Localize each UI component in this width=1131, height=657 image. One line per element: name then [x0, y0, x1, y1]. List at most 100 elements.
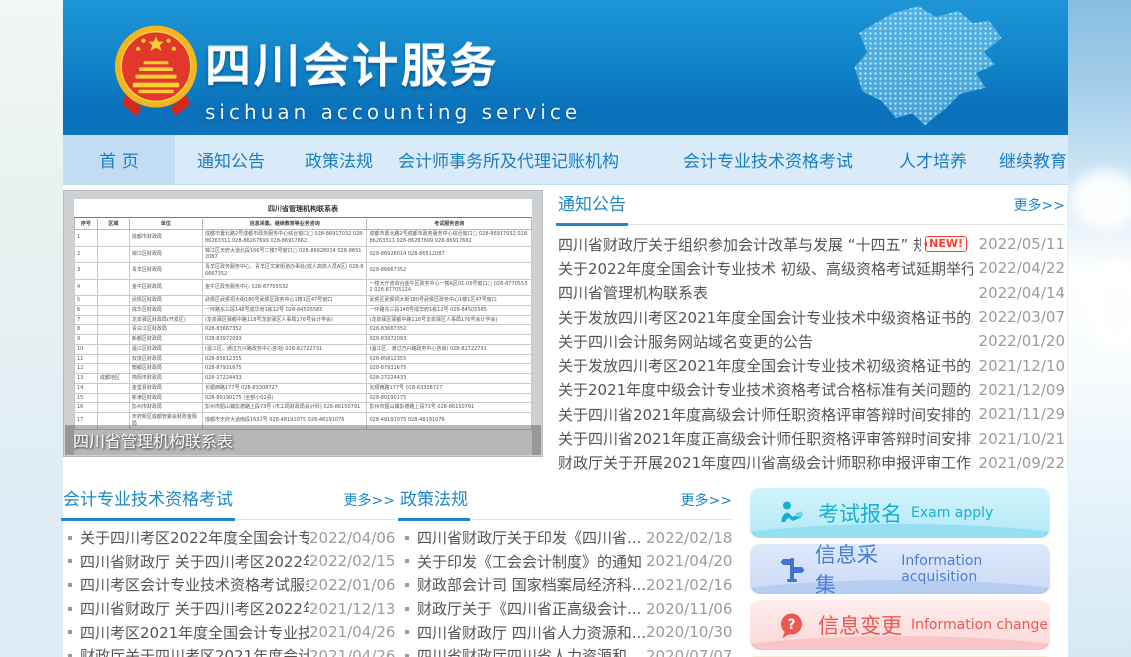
notice-item-link[interactable]: 关于2021年度中级会计专业技术资格考试合格标准有关问题的...: [558, 379, 973, 400]
carousel-dot[interactable]: [518, 201, 528, 211]
notice-item-link[interactable]: 关于四川会计服务网站域名变更的公告: [558, 331, 973, 352]
exam-item-link[interactable]: 四川考区2021年度全国会计专业技术...: [80, 622, 309, 643]
policy-item-date: 2022/02/18: [646, 529, 732, 547]
exam-apply-button[interactable]: 考试报名 Exam apply: [750, 488, 1050, 538]
contact-table-image: 四川省管理机构联系表 序号 区域 单位 信息采集、继续教育等业务咨询 考试服务咨…: [73, 198, 533, 456]
carousel-caption-bar: 四川省管理机构联系表: [65, 425, 541, 455]
quick-link-zh-label: 信息变更: [818, 610, 902, 640]
square-bullet-icon: [68, 630, 72, 634]
policy-list-item: 财政部会计司 国家档案局经济科... 2021/02/16: [400, 573, 732, 597]
contact-table-row: 4金牛区财政局金牛区政务服务中心 028-87705532一楼大厅咨询台金牛区政…: [75, 279, 532, 296]
policy-more-link[interactable]: 更多>>: [681, 490, 732, 510]
site-header: 四川会计服务 sichuan accounting service: [63, 0, 1068, 135]
quick-link-en-label: Information change: [911, 617, 1048, 633]
policy-item-link[interactable]: 财政部会计司 国家档案局经济科...: [417, 574, 646, 595]
contact-table-row: 15新津区财政局028-80190175 (全部小02县)028-8019017…: [75, 393, 532, 403]
contact-table-title: 四川省管理机构联系表: [74, 199, 532, 217]
notice-more-link[interactable]: 更多>>: [1014, 195, 1065, 215]
notice-list-item: 四川省财政厅关于组织参加会计改革与发展 “十四五” 规划网... NEW! 20…: [558, 232, 1065, 256]
signpost-icon: [778, 556, 815, 583]
policy-panel-header: 政策法规 更多>>: [400, 485, 732, 520]
notice-item-link[interactable]: 四川省管理机构联系表: [558, 282, 973, 303]
exam-item-link[interactable]: 四川考区会计专业技术资格考试服务事...: [80, 574, 309, 595]
notice-list-item: 四川省管理机构联系表 2022/04/14: [558, 281, 1065, 305]
notice-item-date: 2021/12/10: [973, 357, 1065, 375]
contact-table-row: 12郫都区财政局028-87931675028-87931675: [75, 364, 532, 374]
policy-item-link[interactable]: 四川省财政厅关于印发《四川省...: [417, 527, 646, 548]
notice-item-link[interactable]: 四川省财政厅关于组织参加会计改革与发展 “十四五” 规划网...: [558, 234, 921, 255]
sichuan-map-decoration: [848, 6, 1008, 128]
policy-item-date: 2021/02/16: [646, 576, 732, 594]
quick-link-zh-label: 信息采集: [815, 544, 892, 594]
notice-item-date: 2022/01/20: [973, 332, 1065, 350]
notice-list-item: 财政厅关于开展2021年度四川省高级会计师职称申报评审工作... 2021/09…: [558, 451, 1065, 475]
quick-link-zh-label: 考试报名: [818, 498, 902, 528]
policy-item-link[interactable]: 四川省财政厅四川省人力资源和...: [417, 645, 646, 657]
notice-item-date: 2021/11/29: [973, 405, 1065, 423]
contact-table: 序号 区域 单位 信息采集、继续教育等业务咨询 考试服务咨询 1成都市财政局成都…: [74, 217, 532, 430]
notice-item-date: 2022/03/07: [973, 308, 1065, 326]
reader-person-icon: [778, 500, 818, 526]
exam-item-link[interactable]: 四川省财政厅 关于四川考区2022年度...: [80, 598, 309, 619]
notice-item-link[interactable]: 财政厅关于开展2021年度四川省高级会计师职称申报评审工作...: [558, 452, 973, 473]
notice-list-item: 关于2022年度全国会计专业技术 初级、高级资格考试延期举行... 2022/0…: [558, 256, 1065, 280]
contact-table-header: 考试服务咨询: [367, 218, 532, 230]
notice-item-link[interactable]: 关于发放四川考区2021年度全国会计专业技术中级资格证书的...: [558, 307, 973, 328]
notice-item-link[interactable]: 关于四川省2021年度正高级会计师任职资格评审答辩时间安排...: [558, 428, 973, 449]
exam-item-link[interactable]: 关于四川考区2022年度全国会计专业...: [80, 527, 309, 548]
information-change-button[interactable]: ? 信息变更 Information change: [750, 600, 1050, 650]
exam-item-date: 2021/04/26: [309, 623, 395, 641]
carousel-caption: 四川省管理机构联系表: [65, 428, 233, 452]
nav-item-continuing-education[interactable]: 继续教育: [999, 135, 1067, 184]
policy-item-link[interactable]: 财政厅关于《四川省正高级会计...: [417, 598, 646, 619]
quick-link-en-label: Information acquisition: [901, 553, 1050, 585]
exam-item-link[interactable]: 财政厅关于四川考区2021年度会计初...: [80, 645, 309, 657]
square-bullet-icon: [68, 559, 72, 563]
nav-item-home[interactable]: 首 页: [63, 135, 175, 184]
notice-list-item: 关于发放四川考区2021年度全国会计专业技术初级资格证书的... 2021/12…: [558, 353, 1065, 377]
exam-list-item: 四川考区2021年度全国会计专业技术... 2021/04/26: [63, 620, 395, 644]
exam-item-link[interactable]: 四川省财政厅 关于四川考区2022年度...: [80, 551, 309, 572]
notice-item-date: 2021/09/22: [973, 454, 1065, 472]
contact-table-row: 14金堂县财政局长顺西路177号 028-83308727长顺西路177号 02…: [75, 383, 532, 393]
nav-item-policies[interactable]: 政策法规: [305, 135, 373, 184]
policy-item-link[interactable]: 四川省财政厅 四川省人力资源和...: [417, 622, 646, 643]
contact-table-row: 3青羊区财政局青羊区政务服务中心、青羊区文家街道办事处(成人高校人员A区) 02…: [75, 263, 532, 280]
notice-item-date: 2021/10/21: [973, 430, 1065, 448]
policy-list-item: 四川省财政厅关于印发《四川省... 2022/02/18: [400, 526, 732, 550]
notice-list-item: 关于2021年度中级会计专业技术资格考试合格标准有关问题的... 2021/12…: [558, 378, 1065, 402]
notice-item-link[interactable]: 关于发放四川考区2021年度全国会计专业技术初级资格证书的...: [558, 355, 973, 376]
nav-item-talent-training[interactable]: 人才培养: [899, 135, 967, 184]
nav-item-notices[interactable]: 通知公告: [197, 135, 265, 184]
notice-item-link[interactable]: 关于2022年度全国会计专业技术 初级、高级资格考试延期举行...: [558, 258, 973, 279]
quick-link-en-label: Exam apply: [911, 505, 993, 521]
nav-item-firms-agencies[interactable]: 会计师事务所及代理记账机构: [398, 135, 619, 184]
site-title: 四川会计服务: [205, 30, 581, 96]
notice-item-date: 2022/05/11: [973, 235, 1065, 253]
information-acquisition-button[interactable]: 信息采集 Information acquisition: [750, 544, 1050, 594]
svg-text:?: ?: [787, 617, 795, 633]
policy-list-item: 四川省财政厅 四川省人力资源和... 2020/10/30: [400, 620, 732, 644]
exam-list-item: 四川省财政厅 关于四川考区2022年度... 2022/02/15: [63, 550, 395, 574]
page-content: 四川会计服务 sichuan accounting service 首 页 通知…: [63, 0, 1068, 657]
notice-list-item: 关于四川省2021年度高级会计师任职资格评审答辩时间安排的... 2021/11…: [558, 402, 1065, 426]
policy-item-link[interactable]: 关于印发《工会会计制度》的通知: [417, 551, 646, 572]
notice-panel-title: 通知公告: [558, 190, 626, 215]
exam-item-date: 2022/04/06: [309, 529, 395, 547]
exam-more-link[interactable]: 更多>>: [344, 490, 395, 510]
sky-background-right: [1068, 0, 1131, 657]
contact-table-row: 5武侯区财政局武侯区武侯祠大街180号武侯区政务中心1楼1区47号窗口武侯区武侯…: [75, 296, 532, 306]
exam-list-item: 四川考区会计专业技术资格考试服务事... 2022/01/06: [63, 573, 395, 597]
cloud-decoration: [1086, 260, 1131, 350]
contact-table-row: 10温江区财政局(温江区、通过万兴路政务中心咨询) 028-82722731(温…: [75, 344, 532, 354]
notice-list: 四川省财政厅关于组织参加会计改革与发展 “十四五” 规划网... NEW! 20…: [558, 232, 1065, 475]
notice-item-link[interactable]: 关于四川省2021年度高级会计师任职资格评审答辩时间安排的...: [558, 404, 973, 425]
carousel-image[interactable]: 四川省管理机构联系表 序号 区域 单位 信息采集、继续教育等业务咨询 考试服务咨…: [63, 190, 543, 457]
exam-list-item: 财政厅关于四川考区2021年度会计初... 2021/04/26: [63, 644, 395, 657]
contact-table-header: 序号: [75, 218, 98, 230]
square-bullet-icon: [68, 583, 72, 587]
contact-table-header: 信息采集、继续教育等业务咨询: [202, 218, 367, 230]
nav-item-qualification-exam[interactable]: 会计专业技术资格考试: [683, 135, 853, 184]
site-subtitle: sichuan accounting service: [205, 100, 581, 124]
policy-panel-title: 政策法规: [400, 485, 468, 510]
